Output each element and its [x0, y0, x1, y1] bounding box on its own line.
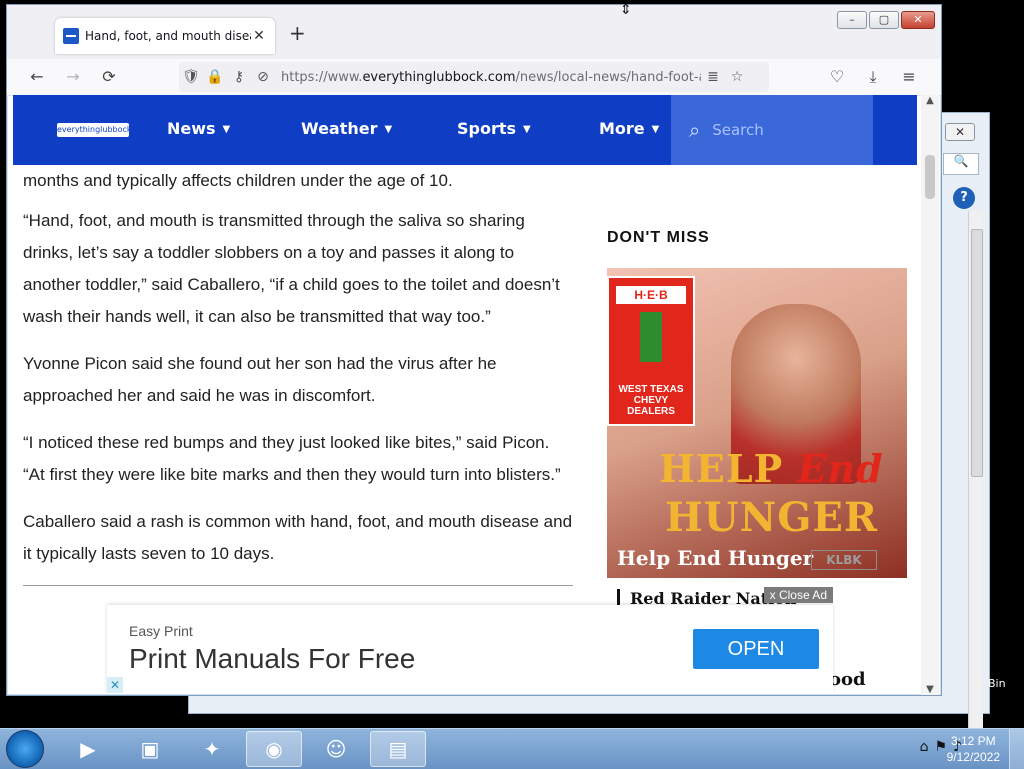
close-window-button[interactable]: ✕ [901, 11, 935, 29]
app-menu-icon[interactable]: ≡ [899, 67, 919, 86]
menu-news[interactable]: News ▼ [167, 119, 230, 138]
show-desktop-button[interactable] [1009, 729, 1024, 769]
search-icon[interactable]: ⌕ [689, 118, 700, 142]
article-paragraph: Yvonne Picon said she found out her son … [23, 354, 497, 405]
ad-headline[interactable]: Print Manuals For Free [129, 643, 415, 675]
bookmark-star-icon[interactable]: ☆ [725, 69, 749, 85]
promo-headline: HELP End [659, 446, 884, 491]
reload-icon[interactable]: ⟳ [99, 67, 119, 86]
blocked-icon[interactable]: ⊘ [251, 69, 275, 85]
tab-active[interactable]: Hand, foot, and mouth disease ✕ [55, 18, 275, 54]
clock-date: 9/12/2022 [946, 750, 1000, 764]
promo-card[interactable]: H·E·B WEST TEXAS CHEVY DEALERS HELP End … [607, 268, 907, 578]
game-taskbar-icon[interactable]: ✦ [184, 731, 240, 767]
discord-taskbar-icon[interactable]: ☺ [308, 731, 364, 767]
menu-more[interactable]: More ▼ [599, 119, 659, 138]
scroll-up-icon[interactable]: ▲ [921, 95, 939, 106]
maximize-button[interactable]: ▢ [869, 11, 899, 29]
mouse-cursor-icon: ⇕ [620, 2, 632, 18]
site-search[interactable]: ⌕ [671, 95, 873, 165]
promo-headline-2: HUNGER [665, 494, 879, 541]
heb-logo: H·E·B [616, 286, 686, 304]
search-input[interactable] [710, 120, 865, 140]
tracking-shield-icon[interactable]: 🛡 [179, 69, 203, 85]
article-body: months and typically affects children un… [23, 165, 573, 600]
scroll-down-icon[interactable]: ▼ [921, 684, 939, 695]
site-favicon-icon [63, 28, 79, 44]
page-scroll-thumb[interactable] [925, 155, 935, 199]
promo-caption[interactable]: Help End Hunger [617, 546, 813, 570]
menu-weather[interactable]: Weather ▼ [301, 119, 392, 138]
pocket-icon[interactable]: ♡ [827, 67, 847, 86]
reader-view-icon[interactable]: ≣ [701, 69, 725, 85]
navigation-toolbar: ← → ⟳ 🛡 🔒 ⚷ ⊘ https://www.everythinglubb… [7, 59, 941, 96]
file-explorer-taskbar-icon[interactable]: ▤ [370, 731, 426, 767]
chevron-down-icon: ▼ [651, 124, 660, 135]
back-icon[interactable]: ← [27, 67, 47, 86]
lock-icon[interactable]: 🔒 [203, 69, 227, 85]
site-header: everythinglubbock News ▼ Weather ▼ Sports ▼… [13, 95, 917, 165]
site-logo[interactable]: everythinglubbock [57, 123, 132, 137]
heb-sponsor-card: H·E·B WEST TEXAS CHEVY DEALERS [607, 276, 695, 426]
page-scrollbar[interactable]: ▲ ▼ [921, 95, 939, 695]
dealers-text: WEST TEXAS CHEVY DEALERS [618, 384, 684, 417]
forward-icon[interactable]: → [63, 67, 83, 86]
recycle-bin-label[interactable]: Bin [988, 677, 1006, 690]
background-window-search-icon[interactable]: 🔍 [943, 153, 979, 175]
downloads-icon[interactable]: ⤓ [863, 67, 883, 87]
chevron-down-icon: ▼ [222, 124, 231, 135]
ad-open-button[interactable]: OPEN [693, 629, 819, 669]
taskbar: ▶ ▣ ✦ ◉ ☺ ▤ ⌂⚑♪ 3:12 PM 9/12/2022 [0, 728, 1024, 769]
background-window-scrollbar[interactable] [968, 211, 983, 763]
tab-strip: Hand, foot, and mouth disease ✕ + – ▢ ✕ [7, 5, 941, 59]
tab-title: Hand, foot, and mouth disease [85, 29, 251, 43]
chevron-down-icon: ▼ [384, 124, 393, 135]
image-viewer-taskbar-icon[interactable]: ▣ [122, 731, 178, 767]
dont-miss-heading: DON'T MISS [607, 229, 710, 246]
article-paragraph: Caballero said a rash is common with han… [23, 512, 573, 563]
article-paragraph: “I noticed these red bumps and they just… [23, 433, 561, 484]
window-controls: – ▢ ✕ [837, 11, 935, 29]
station-badge: KLBK [811, 550, 877, 570]
url-text[interactable]: https://www.everythinglubbock.com/news/l… [281, 70, 701, 85]
ad-choices-icon[interactable]: ✕ [107, 677, 123, 693]
article-paragraph: “Hand, foot, and mouth is transmitted th… [23, 211, 560, 326]
chevron-down-icon: ▼ [523, 124, 531, 135]
menu-sports[interactable]: Sports ▼ [457, 119, 531, 138]
start-button[interactable] [6, 730, 44, 768]
clock[interactable]: 3:12 PM 9/12/2022 [947, 733, 1000, 765]
web-page: everythinglubbock News ▼ Weather ▼ Sports ▼… [13, 95, 917, 693]
sidebar-article-link-partial[interactable]: ood [829, 669, 866, 690]
close-ad-button[interactable]: x Close Ad [763, 587, 833, 603]
ad-brand: Easy Print [129, 623, 193, 639]
help-icon[interactable]: ? [953, 187, 975, 209]
background-window-close-button[interactable]: ✕ [945, 123, 975, 141]
permissions-icon[interactable]: ⚷ [227, 69, 251, 85]
tab-close-icon[interactable]: ✕ [251, 28, 267, 44]
divider [23, 585, 573, 586]
clock-time: 3:12 PM [950, 734, 996, 748]
url-bar[interactable]: 🛡 🔒 ⚷ ⊘ https://www.everythinglubbock.co… [179, 62, 769, 92]
firefox-window[interactable]: Hand, foot, and mouth disease ✕ + – ▢ ✕ … [6, 4, 942, 696]
minimize-button[interactable]: – [837, 11, 867, 29]
new-tab-icon[interactable]: + [289, 21, 306, 45]
food-bank-logo [640, 312, 662, 362]
media-player-taskbar-icon[interactable]: ▶ [60, 731, 116, 767]
background-window-scroll-thumb[interactable] [971, 229, 983, 477]
firefox-taskbar-icon[interactable]: ◉ [246, 731, 302, 767]
ad-banner[interactable]: x Close Ad Easy Print Print Manuals For … [107, 587, 833, 693]
article-paragraph: months and typically affects children un… [23, 171, 453, 190]
